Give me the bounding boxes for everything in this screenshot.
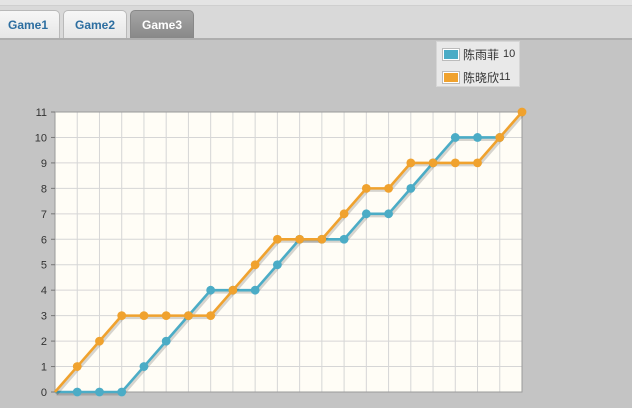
y-tick-label: 6 <box>41 234 47 246</box>
series-2-point <box>517 107 527 117</box>
series-2-point <box>495 133 505 142</box>
series-1-point <box>206 285 216 295</box>
series-2-point <box>206 311 216 321</box>
series-1-point <box>139 362 149 371</box>
series-1-point <box>272 260 282 270</box>
series-1-point <box>339 234 349 244</box>
series-2-point <box>250 260 260 270</box>
y-tick-label: 2 <box>41 336 47 348</box>
y-tick-label: 1 <box>41 362 47 374</box>
y-tick-label: 10 <box>35 132 47 144</box>
series-2-point <box>228 285 238 295</box>
series-1-point <box>250 285 260 295</box>
line-chart: 0 1 2 3 4 5 6 7 8 9 10 11 <box>35 107 527 399</box>
legend-swatch-series2 <box>442 70 460 84</box>
series-1-point <box>406 183 416 193</box>
legend-item-series2[interactable]: 陈晓欣 11 <box>442 69 511 85</box>
series-1-point <box>361 209 371 219</box>
legend-value-series1: 10 <box>503 48 516 60</box>
series-2-point <box>339 209 349 219</box>
chart-legend: 陈雨菲 10 陈晓欣 11 <box>436 41 520 87</box>
series-2-point <box>361 183 371 193</box>
series-2-point <box>161 311 171 321</box>
series-2-point <box>317 234 327 244</box>
y-tick-label: 7 <box>41 209 47 221</box>
series-2-point <box>450 158 460 168</box>
series-1-point <box>473 133 482 142</box>
legend-swatch-series1 <box>442 47 460 61</box>
series-2-point <box>295 234 305 244</box>
series-2-point <box>95 336 104 346</box>
series-1-point <box>161 336 171 346</box>
series-2-point <box>473 158 482 168</box>
series-1-point <box>95 387 104 397</box>
y-tick-label: 5 <box>41 260 47 272</box>
legend-value-series2: 11 <box>499 71 511 83</box>
y-tick-label: 0 <box>41 387 47 399</box>
legend-label-series1: 陈雨菲 <box>463 47 500 62</box>
series-2-point <box>406 158 416 168</box>
series-2-point <box>139 311 149 321</box>
series-2-point <box>117 311 127 321</box>
series-1-point <box>117 387 127 397</box>
legend-label-series2: 陈晓欣 <box>463 70 500 85</box>
series-1-point <box>450 133 460 142</box>
y-tick-label: 11 <box>36 107 47 119</box>
y-tick-label: 3 <box>41 311 47 323</box>
series-1-point <box>72 387 82 397</box>
series-2-point <box>184 311 193 321</box>
y-tick-label: 4 <box>41 285 47 297</box>
series-2-point <box>272 234 282 244</box>
y-tick-label: 9 <box>41 158 47 170</box>
series-1-point <box>384 209 393 219</box>
series-2-point <box>428 158 438 168</box>
legend-item-series1[interactable]: 陈雨菲 10 <box>442 46 516 62</box>
y-tick-label: 8 <box>41 183 47 195</box>
series-2-point <box>72 362 82 371</box>
series-2-point <box>384 183 393 193</box>
